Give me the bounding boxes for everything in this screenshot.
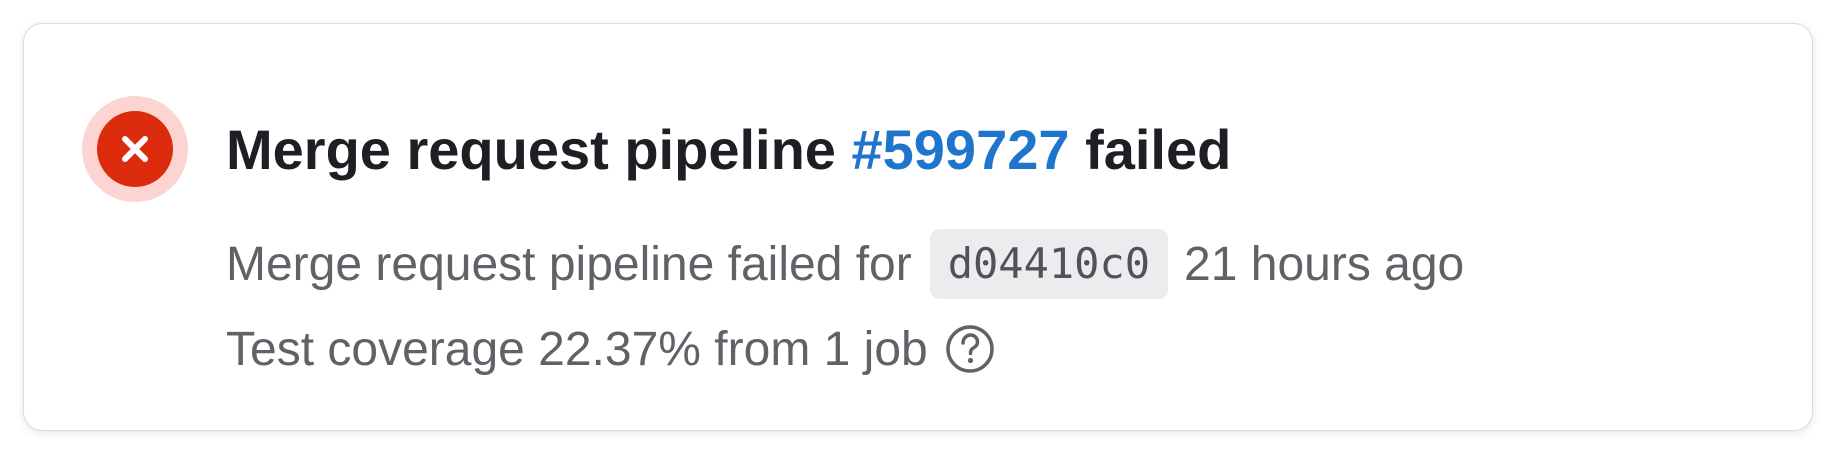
pipeline-description: Merge request pipeline failed for bbox=[226, 237, 912, 291]
pipeline-description-row: Merge request pipeline failed for d04410… bbox=[226, 226, 1464, 302]
close-icon bbox=[122, 136, 148, 162]
time-ago: 21 hours ago bbox=[1184, 237, 1465, 291]
title-prefix: Merge request pipeline bbox=[226, 118, 852, 181]
coverage-row: Test coverage 22.37% from 1 job bbox=[226, 314, 996, 384]
commit-sha-link[interactable]: d04410c0 bbox=[929, 229, 1169, 299]
question-circle-icon-glyph bbox=[945, 325, 994, 373]
page: Merge request pipeline #599727 failed Me… bbox=[0, 0, 1836, 456]
question-circle-icon[interactable] bbox=[944, 323, 996, 375]
status-failed-icon-inner bbox=[97, 111, 173, 187]
pipeline-title: Merge request pipeline #599727 failed bbox=[226, 110, 1231, 190]
pipeline-id-link[interactable]: #599727 bbox=[852, 118, 1070, 181]
status-failed-icon[interactable] bbox=[82, 96, 188, 202]
title-suffix: failed bbox=[1069, 118, 1232, 181]
coverage-text: Test coverage 22.37% from 1 job bbox=[226, 322, 928, 376]
